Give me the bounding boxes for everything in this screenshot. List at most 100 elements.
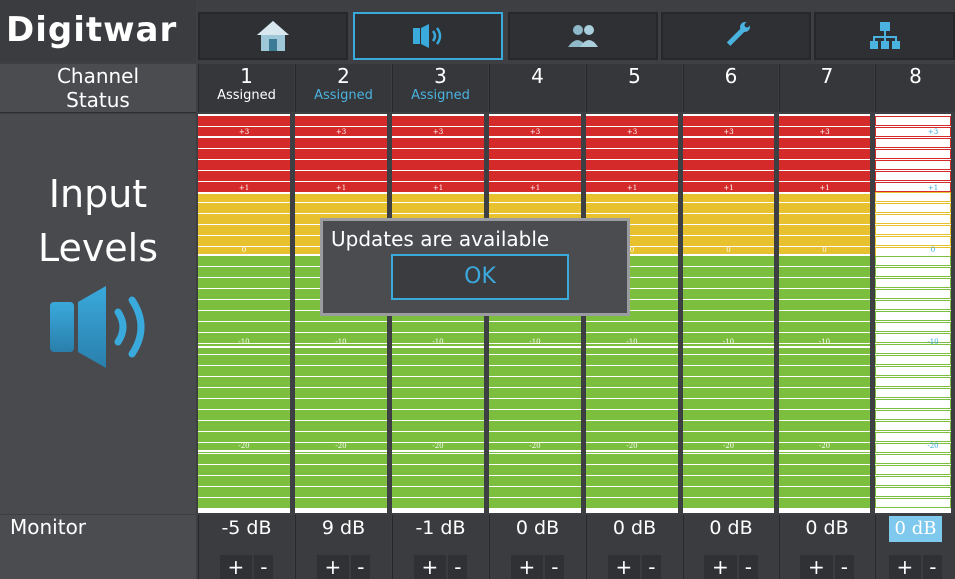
meter-segment xyxy=(295,116,387,126)
increase-button[interactable]: + xyxy=(510,555,544,579)
scale-label: -10 xyxy=(335,338,347,346)
meter-segment xyxy=(489,171,581,181)
monitor-cell-4: 0 dB + - xyxy=(489,515,585,579)
meter-segment xyxy=(875,432,951,442)
increase-button[interactable]: + xyxy=(888,555,922,579)
meter-segment xyxy=(489,465,581,475)
scale-label: +1 xyxy=(529,184,541,192)
update-dialog: Updates are available OK xyxy=(320,218,630,316)
scale-label: -10 xyxy=(722,338,735,346)
meter-segment xyxy=(875,498,951,508)
meter-segment xyxy=(683,311,774,321)
meter-segment xyxy=(779,498,870,508)
meter-segment xyxy=(875,421,951,431)
scale-marker xyxy=(683,254,774,256)
meter-segment xyxy=(392,149,484,159)
nav-settings-button[interactable] xyxy=(661,12,811,60)
meter-segment xyxy=(295,454,387,464)
meter-segment xyxy=(683,225,774,235)
meter-segment xyxy=(586,366,678,376)
decrease-button[interactable]: - xyxy=(545,555,565,579)
meter-segment xyxy=(779,322,870,332)
increase-button[interactable]: + xyxy=(800,555,833,579)
meter-segment xyxy=(683,160,774,170)
monitor-value[interactable]: 9 dB xyxy=(296,515,391,541)
meter-segment xyxy=(586,138,678,148)
nav-network-button[interactable] xyxy=(814,12,955,60)
decrease-button[interactable]: - xyxy=(834,555,854,579)
scale-label: 0 xyxy=(726,246,731,254)
meter-segment xyxy=(683,498,774,508)
monitor-value[interactable]: -1 dB xyxy=(393,515,488,541)
decrease-button[interactable]: - xyxy=(923,555,943,579)
scale-marker xyxy=(392,346,484,348)
meter-segment xyxy=(392,498,484,508)
decrease-button[interactable]: - xyxy=(738,555,758,579)
meter-segment xyxy=(198,214,290,224)
meter-segment xyxy=(875,300,951,310)
channel-status-6 xyxy=(683,88,778,112)
scale-label: -10 xyxy=(432,338,444,346)
monitor-value[interactable]: 0 dB xyxy=(490,515,585,541)
meter-segment xyxy=(198,149,290,159)
meter-segment xyxy=(489,160,581,170)
decrease-button[interactable]: - xyxy=(351,555,371,579)
meter-segment xyxy=(875,149,951,159)
increase-button[interactable]: + xyxy=(316,555,350,579)
nav-home-button[interactable] xyxy=(198,12,348,60)
scale-label: -20 xyxy=(722,442,735,450)
channel-status-4 xyxy=(489,88,585,112)
meter-segment xyxy=(779,421,870,431)
increase-button[interactable]: + xyxy=(413,555,447,579)
scale-marker xyxy=(489,192,581,194)
speaker-icon xyxy=(50,286,145,368)
decrease-button[interactable]: - xyxy=(254,555,274,579)
scale-marker xyxy=(392,136,484,138)
decrease-button[interactable]: - xyxy=(448,555,468,579)
monitor-label: Monitor xyxy=(0,515,196,579)
meter-segment xyxy=(489,399,581,409)
monitor-value[interactable]: 0 dB xyxy=(780,515,874,541)
monitor-cell-6: 0 dB + - xyxy=(683,515,778,579)
panel-title-line1: Input xyxy=(48,172,148,216)
meter-segment xyxy=(198,465,290,475)
nav-users-button[interactable] xyxy=(508,12,658,60)
meter-segment xyxy=(392,355,484,365)
meter-segment xyxy=(295,410,387,420)
meter-segment xyxy=(683,171,774,181)
meter-segment xyxy=(392,465,484,475)
monitor-value[interactable]: 0 dB xyxy=(587,515,682,541)
users-icon xyxy=(568,25,598,47)
increase-button[interactable]: + xyxy=(219,555,253,579)
scale-label: -10 xyxy=(529,338,541,346)
scale-marker xyxy=(683,136,774,138)
scale-label: -20 xyxy=(818,442,831,450)
meter-segment xyxy=(683,421,774,431)
meter-segment xyxy=(586,116,678,126)
scale-label: +3 xyxy=(238,128,250,136)
meter-segment xyxy=(392,487,484,497)
meter-segment xyxy=(489,388,581,398)
meter-segment xyxy=(875,476,951,486)
meter-segment xyxy=(489,322,581,332)
meter-segment xyxy=(875,256,951,266)
meter-segment xyxy=(198,236,290,246)
meter-segment xyxy=(586,160,678,170)
monitor-value[interactable]: -5 dB xyxy=(199,515,294,541)
meter-segment xyxy=(489,498,581,508)
increase-button[interactable]: + xyxy=(607,555,641,579)
meter-segment xyxy=(875,116,951,126)
ok-button[interactable]: OK xyxy=(391,254,569,300)
increase-button[interactable]: + xyxy=(704,555,737,579)
monitor-cell-5: 0 dB + - xyxy=(586,515,682,579)
monitor-value[interactable]: 0 dB xyxy=(684,515,778,541)
meter-segment xyxy=(489,138,581,148)
scale-marker xyxy=(489,450,581,452)
meter-segment xyxy=(875,355,951,365)
meter-segment xyxy=(779,116,870,126)
status-header-label: Status xyxy=(0,88,196,113)
decrease-button[interactable]: - xyxy=(642,555,662,579)
scale-marker xyxy=(295,450,387,452)
nav-input-levels-button[interactable] xyxy=(353,12,503,60)
monitor-value[interactable]: 0 dB xyxy=(888,516,943,542)
